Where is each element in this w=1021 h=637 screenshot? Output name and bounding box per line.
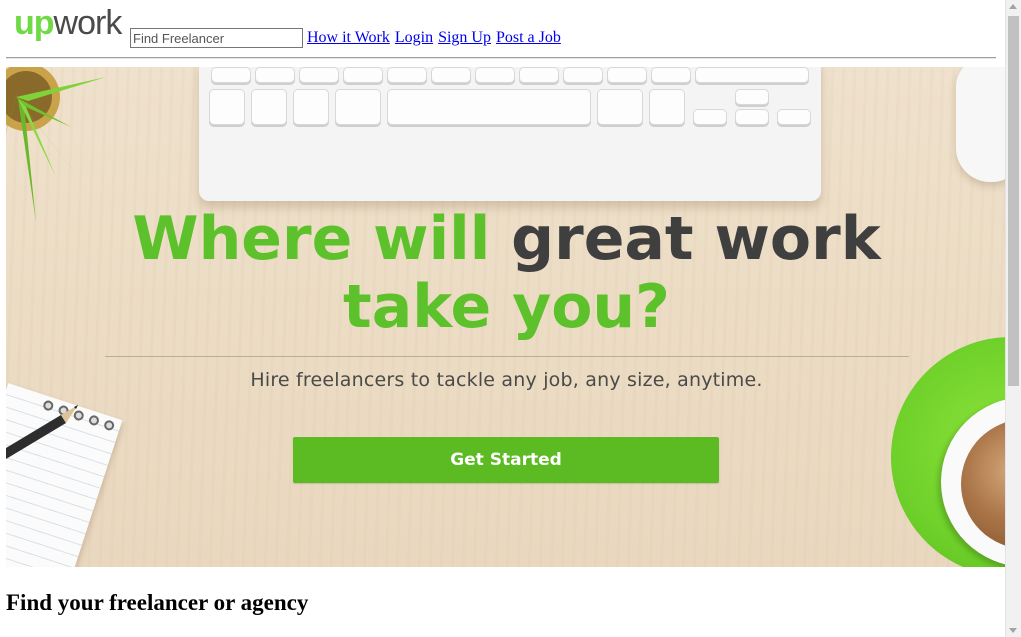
keyboard-image	[199, 67, 821, 201]
headline-green-part-2: take you?	[343, 272, 670, 342]
plant-image	[6, 67, 106, 222]
headline-dark-part: great work	[511, 204, 881, 274]
nav-link-sign-up[interactable]: Sign Up	[438, 29, 491, 46]
nav-link-post-a-job[interactable]: Post a Job	[496, 29, 561, 46]
mouse-image	[956, 67, 1005, 182]
get-started-button[interactable]: Get Started	[293, 437, 719, 483]
vertical-scrollbar[interactable]	[1005, 0, 1021, 637]
headline-line-2: take you?	[6, 273, 1005, 341]
upwork-logo-icon[interactable]: upwork	[14, 2, 123, 44]
hero-divider	[105, 356, 909, 357]
logo-up: up	[14, 4, 55, 42]
search-input[interactable]	[130, 28, 303, 48]
top-nav: How it Work Login Sign Up Post a Job	[307, 29, 562, 47]
headline-green-part: Where will	[132, 204, 491, 274]
scroll-thumb[interactable]	[1008, 16, 1019, 386]
page: upwork How it Work Login Sign Up Post a …	[0, 0, 1005, 637]
logo-text: upwork	[14, 4, 123, 42]
logo-work: work	[53, 4, 123, 42]
hero-headline: Where will great work take you?	[6, 205, 1005, 341]
pencil-image	[6, 405, 78, 459]
nav-link-how-it-work[interactable]: How it Work	[307, 29, 390, 46]
headline-line-1: Where will great work	[6, 205, 1005, 273]
hero-banner: Where will great work take you? Hire fre…	[6, 67, 1005, 567]
header: upwork How it Work Login Sign Up Post a …	[0, 0, 1005, 58]
nav-link-login[interactable]: Login	[395, 29, 433, 46]
section-title: Find your freelancer or agency	[6, 590, 309, 615]
hero-subline: Hire freelancers to tackle any job, any …	[250, 369, 763, 391]
scroll-down-icon[interactable]	[1009, 628, 1017, 633]
scroll-up-icon[interactable]	[1009, 4, 1017, 9]
header-divider	[6, 57, 996, 59]
